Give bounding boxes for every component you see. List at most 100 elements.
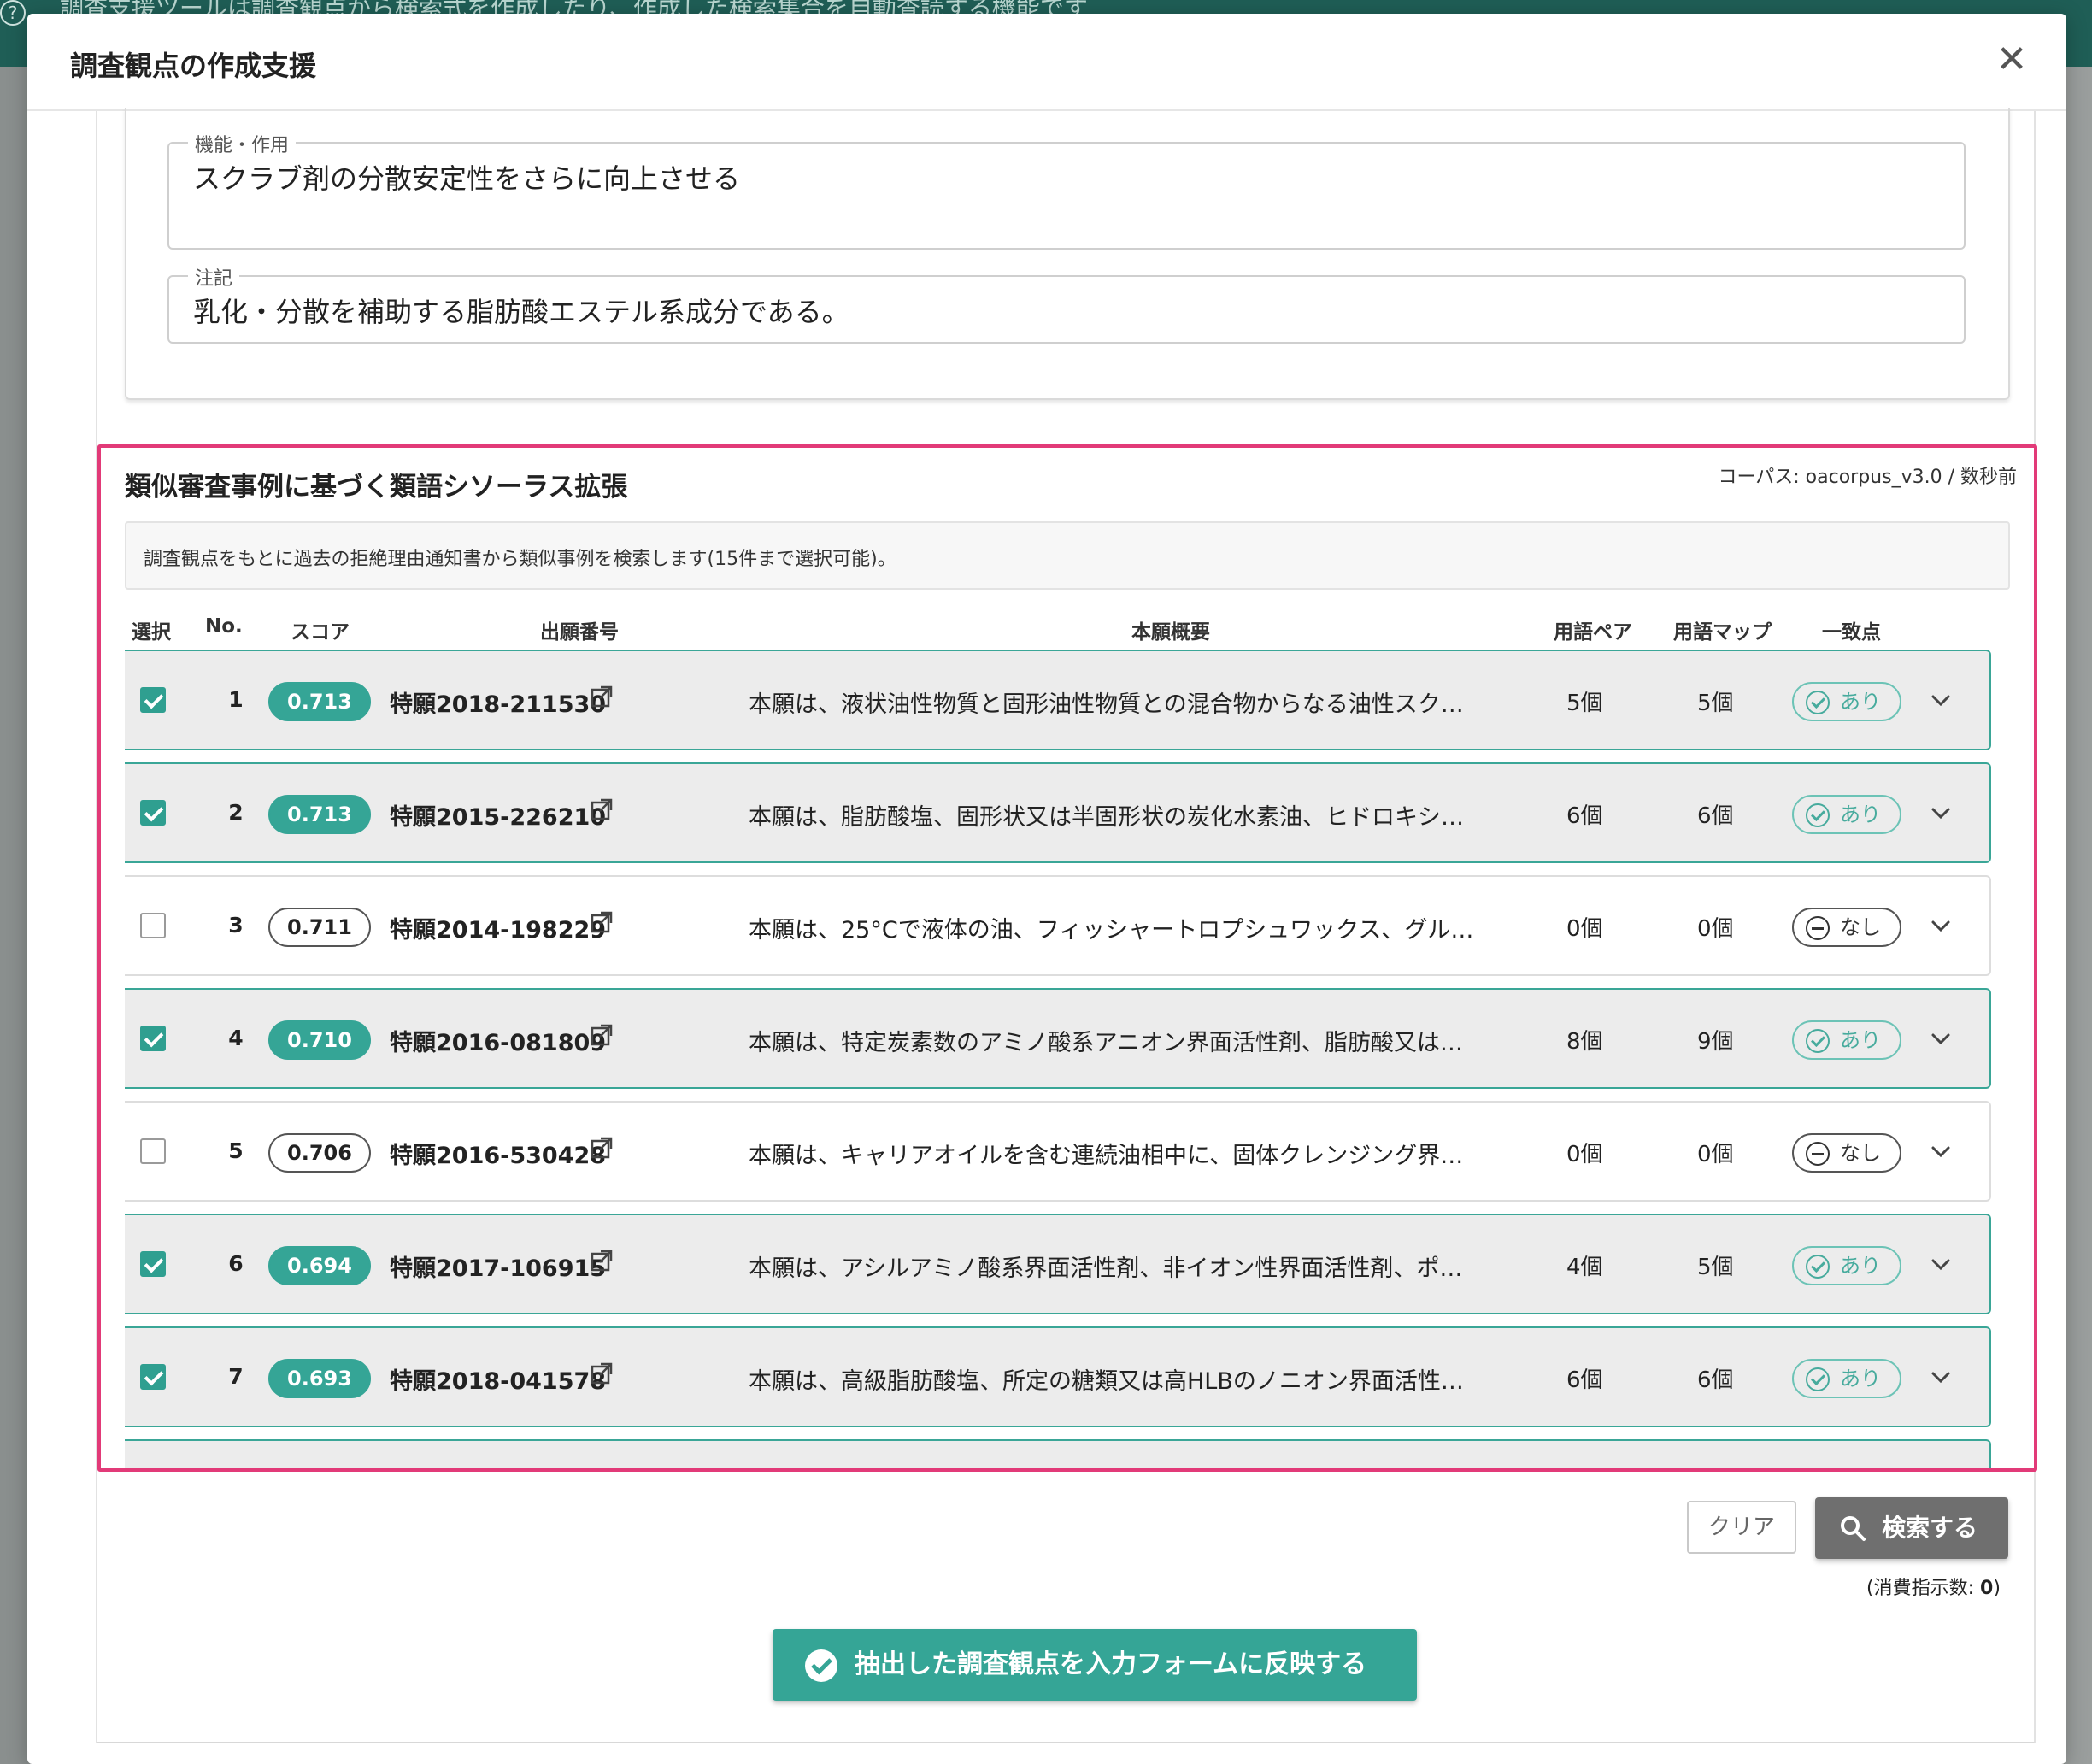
term-pairs-count: 6個 [1566,1367,1603,1393]
chevron-down-icon[interactable] [1928,800,1954,826]
clear-button[interactable]: クリア [1687,1501,1796,1554]
function-field[interactable]: 機能・作用 スクラブ剤の分散安定性をさらに向上させる [167,130,1966,250]
term-map-count: 6個 [1697,1367,1734,1393]
row-checkbox[interactable] [140,1138,166,1164]
background-app-edge [2065,67,2092,1764]
corpus-info: コーパス: oacorpus_v3.0 / 数秒前 [1718,467,2017,488]
external-link-icon[interactable] [591,1024,613,1046]
row-number: 6 [228,1251,244,1276]
row-summary: 本願は、キャリアオイルを含む連続油相中に、固体クレンジング界… [749,1143,1464,1169]
table-row[interactable]: 1 0.713 特願2018-211530 本願は、液状油性物質と固形油性物質との混合… [125,650,1991,750]
match-badge: あり [1792,1246,1901,1285]
score-badge: 0.713 [268,682,371,721]
row-checkbox[interactable] [140,687,166,713]
viewpoint-card: 機能・作用 スクラブ剤の分散安定性をさらに向上させる 注記 乳化・分散を補助する… [125,108,2010,400]
term-pairs-count: 6個 [1566,803,1603,829]
modal-header: 調査観点の作成支援 ✕ [27,14,2066,111]
score-badge: 0.706 [268,1133,371,1173]
match-label: あり [1840,1254,1881,1278]
external-link-icon[interactable] [591,1362,613,1385]
chevron-down-icon[interactable] [1928,1138,1954,1164]
match-label: なし [1840,915,1881,939]
score-badge: 0.713 [268,795,371,834]
term-map-count: 5個 [1697,1255,1734,1280]
table-header: 選択 No. スコア 出願番号 本願概要 用語ペア 用語マップ 一致点 [125,610,1991,644]
consume-end: ) [1993,1578,2001,1599]
header-pairs: 用語ペア [1554,621,1632,644]
match-label: あり [1840,803,1881,826]
results-list: 1 0.713 特願2018-211530 本願は、液状油性物質と固形油性物質との混合… [125,650,1991,1468]
chevron-down-icon[interactable] [1928,1026,1954,1051]
table-row[interactable]: 6 0.694 特願2017-106915 本願は、アシルアミノ酸系界面活性剤、非イオ… [125,1214,1991,1314]
row-number: 7 [228,1364,244,1389]
term-map-count: 0個 [1697,916,1734,942]
section-title: 類似審査事例に基づく類語シソーラス拡張 [125,472,628,503]
term-pairs-count: 5個 [1566,691,1603,716]
row-summary: 本願は、特定炭素数のアミノ酸系アニオン界面活性剤、脂肪酸又は… [749,1030,1463,1056]
header-no: No. [205,615,243,638]
row-checkbox[interactable] [140,1026,166,1051]
help-icon: ? [0,0,26,26]
score-badge: 0.710 [268,1020,371,1060]
search-button[interactable]: 検索する [1815,1497,2008,1559]
row-summary: 本願は、高級脂肪酸塩、所定の糖類又は高HLBのノニオン界面活性… [749,1368,1464,1395]
table-row[interactable]: 5 0.706 特願2016-530428 本願は、キャリアオイルを含む連続油相中に、… [125,1101,1991,1202]
term-map-count: 9個 [1697,1029,1734,1055]
match-badge: なし [1792,908,1901,947]
row-checkbox[interactable] [140,1251,166,1277]
row-checkbox[interactable] [140,913,166,938]
apply-button[interactable]: 抽出した調査観点を入力フォームに反映する [773,1629,1417,1701]
table-row[interactable]: 7 0.693 特願2018-041578 本願は、高級脂肪酸塩、所定の糖類又は高HL… [125,1326,1991,1427]
row-checkbox[interactable] [140,800,166,826]
minus-circle-icon [1806,1142,1830,1166]
consume-value: 0 [1980,1578,1994,1599]
note-field[interactable]: 注記 乳化・分散を補助する脂肪酸エステル系成分である。 [167,263,1966,344]
modal-body[interactable]: 機能・作用 スクラブ剤の分散安定性をさらに向上させる 注記 乳化・分散を補助する… [96,108,2037,1743]
header-select: 選択 [132,621,171,644]
external-link-icon[interactable] [591,1250,613,1272]
external-link-icon[interactable] [591,798,613,820]
term-pairs-count: 0個 [1566,916,1603,942]
match-label: なし [1840,1141,1881,1165]
row-number: 3 [228,913,244,938]
external-link-icon[interactable] [591,1137,613,1159]
chevron-down-icon[interactable] [1928,1364,1954,1390]
table-row-partial [125,1439,1991,1468]
close-icon[interactable]: ✕ [1991,39,2032,80]
function-field-value[interactable]: スクラブ剤の分散安定性をさらに向上させる [193,157,740,197]
score-badge: 0.693 [268,1359,371,1398]
check-circle-icon [1806,1367,1830,1391]
application-number: 特願2016-081809 [390,1030,607,1056]
row-number: 4 [228,1026,244,1050]
external-link-icon[interactable] [591,685,613,708]
check-circle-icon [805,1649,837,1682]
modal-title: 調査観点の作成支援 [70,50,317,82]
function-field-label: 機能・作用 [188,130,297,157]
match-label: あり [1840,690,1881,714]
note-field-label: 注記 [188,263,240,291]
match-badge: あり [1792,682,1901,721]
chevron-down-icon[interactable] [1928,1251,1954,1277]
external-link-icon[interactable] [591,911,613,933]
check-circle-icon [1806,1255,1830,1279]
table-row[interactable]: 2 0.713 特願2015-226210 本願は、脂肪酸塩、固形状又は半固形状の炭化… [125,762,1991,863]
term-map-count: 6個 [1697,803,1734,829]
note-field-value[interactable]: 乳化・分散を補助する脂肪酸エステル系成分である。 [193,291,849,330]
info-box: 調査観点をもとに過去の拒絶理由通知書から類似事例を検索します(15件まで選択可能… [125,521,2010,590]
application-number: 特願2015-226210 [390,804,607,831]
search-icon [1841,1516,1866,1541]
table-row[interactable]: 4 0.710 特願2016-081809 本願は、特定炭素数のアミノ酸系アニオン界面… [125,988,1991,1089]
check-circle-icon [1806,691,1830,714]
table-row[interactable]: 3 0.711 特願2014-198229 本願は、25°Cで液体の油、フィッシャート… [125,875,1991,976]
row-checkbox[interactable] [140,1364,166,1390]
info-text: 調査観点をもとに過去の拒絶理由通知書から類似事例を検索します(15件まで選択可能… [144,549,896,570]
application-number: 特願2018-211530 [390,691,607,718]
row-summary: 本願は、25°Cで液体の油、フィッシャートロプシュワックス、グル… [749,917,1474,944]
apply-button-label: 抽出した調査観点を入力フォームに反映する [855,1649,1367,1679]
term-pairs-count: 4個 [1566,1255,1603,1280]
chevron-down-icon[interactable] [1928,687,1954,713]
chevron-down-icon[interactable] [1928,913,1954,938]
application-number: 特願2014-198229 [390,917,607,944]
header-score: スコア [291,621,350,644]
match-label: あり [1840,1028,1881,1052]
